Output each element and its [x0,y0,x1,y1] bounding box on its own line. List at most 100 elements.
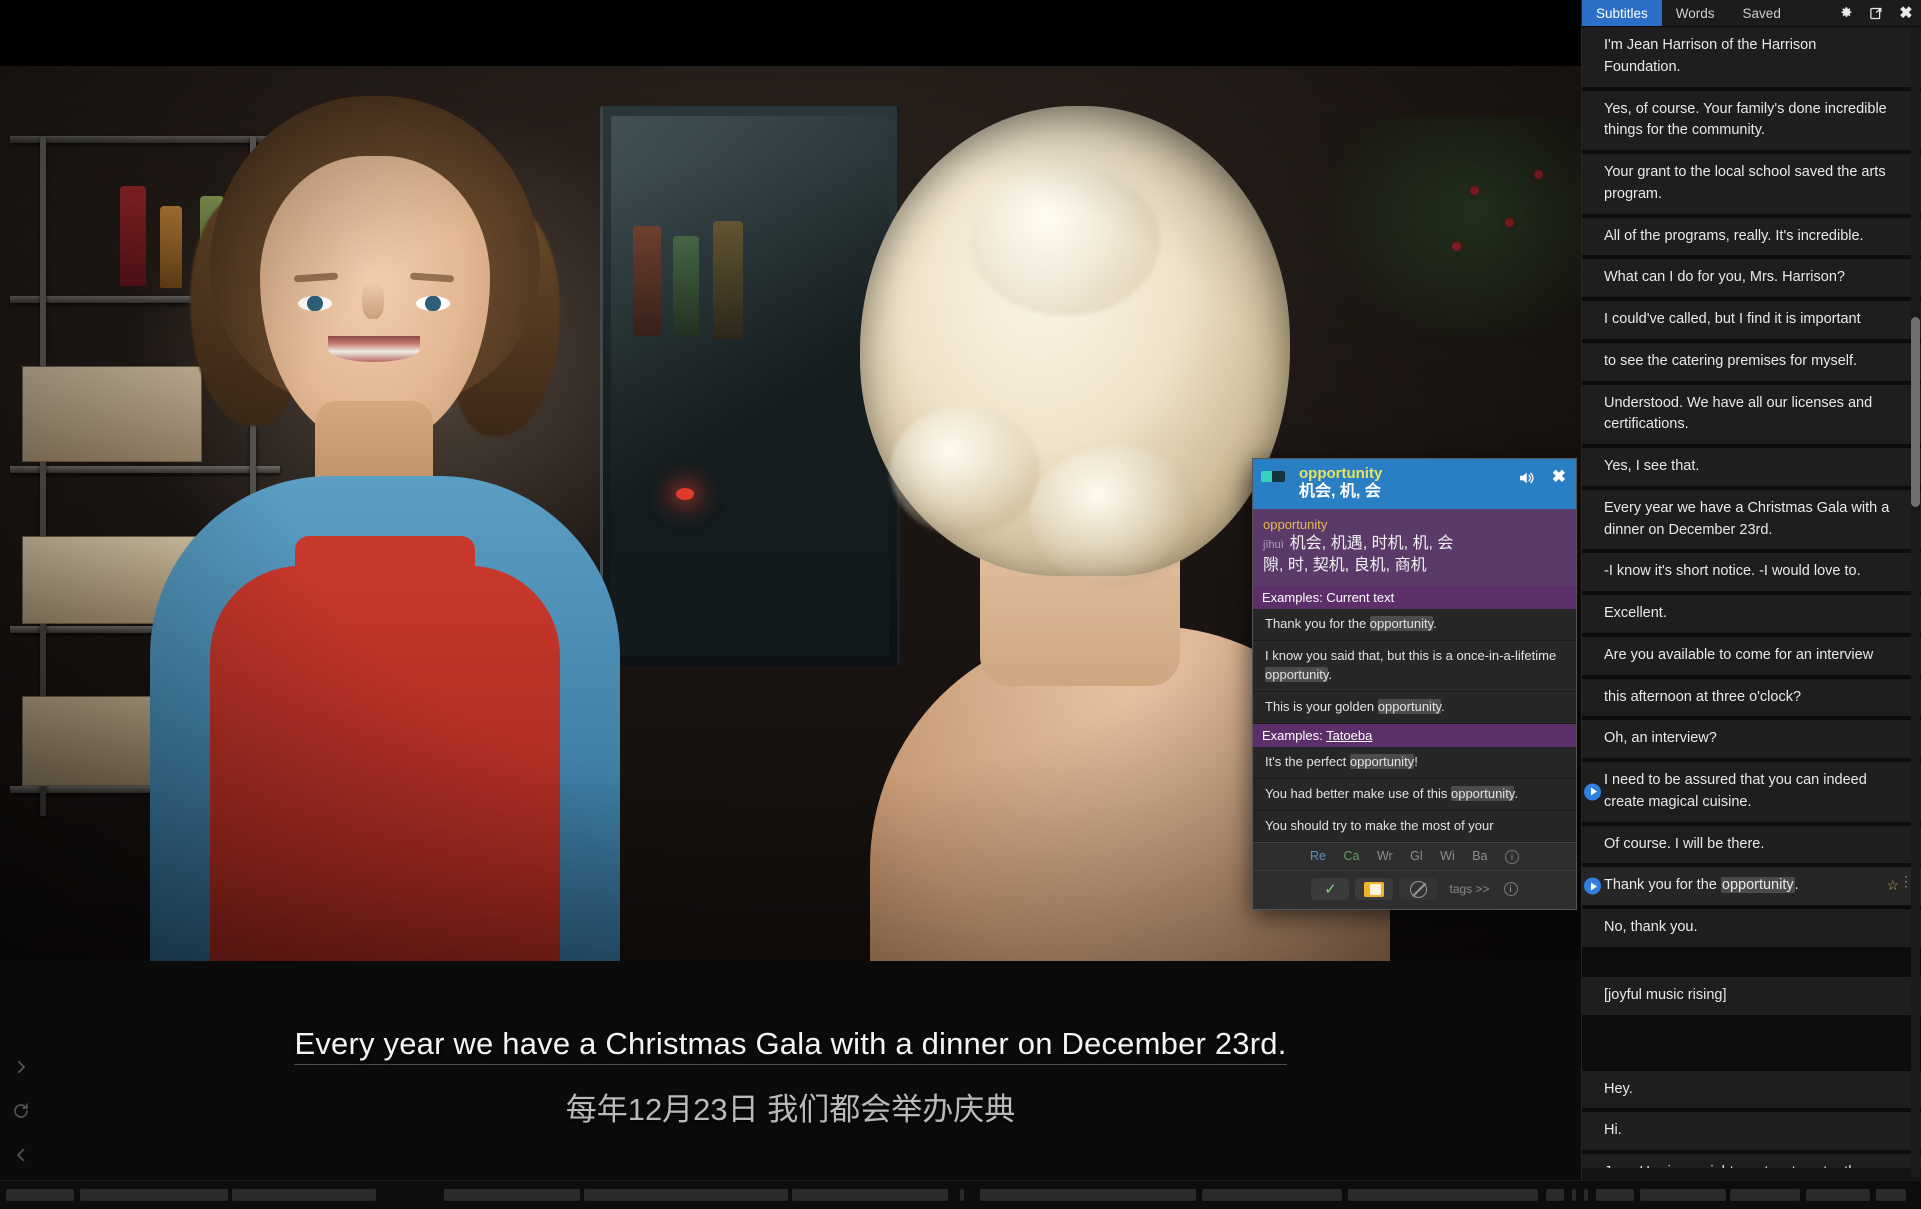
speaker-icon[interactable] [1516,469,1536,492]
timeline-segment[interactable] [792,1189,948,1201]
dictionary-header: opportunity 机会, 机, 会 ✖ [1253,459,1576,510]
previous-icon[interactable] [6,1146,36,1182]
examples-tatoeba-list[interactable]: It's the perfect opportunity! You had be… [1253,746,1576,843]
close-icon[interactable]: ✖ [1891,0,1921,26]
subtitle-list[interactable]: I'm Jean Harrison of the Harrison Founda… [1582,27,1921,1168]
dictionary-popup[interactable]: opportunity 机会, 机, 会 ✖ opportunity jīhuì… [1252,458,1577,911]
timeline-segment[interactable] [6,1189,74,1201]
scrollbar-thumb[interactable] [1911,317,1920,507]
definition-pinyin: jīhuì [1263,539,1284,552]
subtitle-row[interactable]: Of course. I will be there. [1582,825,1921,864]
subtitle-primary-text[interactable]: Every year we have a Christmas Gala with… [294,1026,1287,1065]
source-ca[interactable]: Ca [1343,849,1359,863]
subtitle-row[interactable]: Hey. [1582,1070,1921,1109]
tab-subtitles[interactable]: Subtitles [1582,0,1662,26]
tatoeba-link[interactable]: Tatoeba [1326,728,1372,743]
subtitle-row[interactable]: Yes, of course. Your family's done incre… [1582,90,1921,150]
subtitle-row-text: Thank you for the opportunity. [1604,877,1799,894]
subtitle-row[interactable]: Every year we have a Christmas Gala with… [1582,489,1921,550]
subtitle-row[interactable]: Understood. We have all our licenses and… [1582,384,1921,444]
subtitle-primary[interactable]: Every year we have a Christmas Gala with… [0,1025,1581,1065]
sidebar-scrollbar[interactable] [1911,27,1920,1177]
subtitle-timeline[interactable] [0,1180,1921,1209]
examples-tatoeba-label: Examples: [1262,727,1323,743]
subtitle-row[interactable]: What can I do for you, Mrs. Harrison? [1582,259,1921,297]
source-re[interactable]: Re [1310,849,1326,863]
examples-current-list: Thank you for the opportunity. I know yo… [1253,609,1576,724]
definition-senses: jīhuì 机会, 机遇, 时机, 机, 会 隙, 时, 契机, 良机, 商机 [1263,533,1566,576]
timeline-segment[interactable] [1584,1189,1588,1201]
timeline-segment[interactable] [1202,1189,1342,1201]
subtitle-row-blank[interactable] [1582,1018,1921,1041]
highlighted-word[interactable]: opportunity [1720,877,1795,894]
timeline-segment[interactable] [1876,1189,1906,1201]
timeline-segment[interactable] [444,1189,580,1201]
tab-words[interactable]: Words [1662,0,1729,26]
replay-icon[interactable] [6,1102,36,1138]
play-icon[interactable] [1584,783,1601,801]
subtitle-row[interactable]: -I know it's short notice. -I would love… [1582,553,1921,591]
timeline-segment[interactable] [1730,1189,1800,1201]
source-ba[interactable]: Ba [1472,849,1487,863]
tags-label[interactable]: tags >> [1449,882,1489,896]
export-icon[interactable] [1861,0,1891,26]
timeline-segment[interactable] [80,1189,228,1201]
timeline-segment[interactable] [232,1189,376,1201]
timeline-segment[interactable] [1546,1189,1564,1201]
next-icon[interactable] [6,1058,36,1094]
subtitle-row[interactable]: No, thank you. [1582,909,1921,947]
timeline-segment[interactable] [980,1189,1196,1201]
example-item[interactable]: It's the perfect opportunity! [1253,746,1576,779]
timeline-segment[interactable] [1806,1189,1870,1201]
subtitle-row[interactable]: Yes, I see that. [1582,448,1921,486]
subtitle-row-blank[interactable] [1582,1044,1921,1067]
example-item[interactable]: You had better make use of this opportun… [1253,778,1576,811]
subtitle-row[interactable]: I'm Jean Harrison of the Harrison Founda… [1582,27,1921,87]
timeline-segment[interactable] [1572,1189,1576,1201]
check-icon: ✓ [1324,881,1337,899]
subtitle-secondary[interactable]: 每年12月23日 我们都会举办庆典 [0,1084,1581,1129]
examples-current-header: Examples: Current text [1253,586,1576,610]
subtitle-row[interactable]: I could've called, but I find it is impo… [1582,301,1921,339]
example-item[interactable]: Thank you for the opportunity. [1253,609,1576,642]
subtitle-row[interactable]: [joyful music rising] [1582,976,1921,1015]
ignore-word-button[interactable] [1399,878,1438,901]
subtitle-row-playing[interactable]: I need to be assured that you can indeed… [1582,762,1921,822]
source-gl[interactable]: Gl [1410,849,1423,863]
subtitle-row[interactable]: Oh, an interview? [1582,720,1921,758]
timeline-segment[interactable] [584,1189,788,1201]
example-item[interactable]: You should try to make the most of your [1253,810,1576,843]
close-icon[interactable]: ✖ [1552,467,1566,487]
examples-tatoeba-header: Examples: Tatoeba [1253,723,1576,747]
subtitle-row[interactable]: this afternoon at three o'clock? [1582,678,1921,717]
gear-icon[interactable] [1831,0,1861,26]
subtitle-row[interactable]: Are you available to come for an intervi… [1582,636,1921,675]
source-wi[interactable]: Wi [1440,849,1455,863]
subtitle-row-blank[interactable] [1582,950,1921,973]
timeline-segment[interactable] [1640,1189,1726,1201]
subtitle-row[interactable]: Jean Harrison might want us to cater the… [1582,1154,1921,1168]
info-icon[interactable]: i [1505,850,1519,865]
subtitle-row[interactable]: to see the catering premises for myself. [1582,342,1921,381]
example-item[interactable]: I know you said that, but this is a once… [1253,641,1576,692]
play-icon[interactable] [1584,877,1601,895]
source-wr[interactable]: Wr [1377,849,1393,863]
timeline-segment[interactable] [960,1189,964,1201]
subtitle-row[interactable]: Hi. [1582,1112,1921,1150]
example-item[interactable]: This is your golden opportunity. [1253,691,1576,724]
subtitle-row[interactable]: All of the programs, really. It's incred… [1582,217,1921,256]
create-card-button[interactable] [1355,878,1394,901]
letterbox-top [0,0,1581,66]
timeline-segment[interactable] [1348,1189,1538,1201]
subtitles-sidebar: Subtitles Words Saved ✖ I'm Jean Harriso… [1581,0,1921,1180]
info-icon[interactable]: i [1503,882,1518,897]
subtitle-row-active[interactable]: Thank you for the opportunity. ☆ ⋮ [1582,867,1921,905]
subtitle-row[interactable]: Your grant to the local school saved the… [1582,154,1921,214]
timeline-segment[interactable] [1596,1189,1634,1201]
star-icon[interactable]: ☆ [1886,875,1899,896]
ban-icon [1409,880,1427,898]
sidebar-tabs: Subtitles Words Saved ✖ [1582,0,1921,27]
tab-saved[interactable]: Saved [1729,0,1795,26]
subtitle-row[interactable]: Excellent. [1582,595,1921,633]
mark-known-button[interactable]: ✓ [1311,878,1350,901]
